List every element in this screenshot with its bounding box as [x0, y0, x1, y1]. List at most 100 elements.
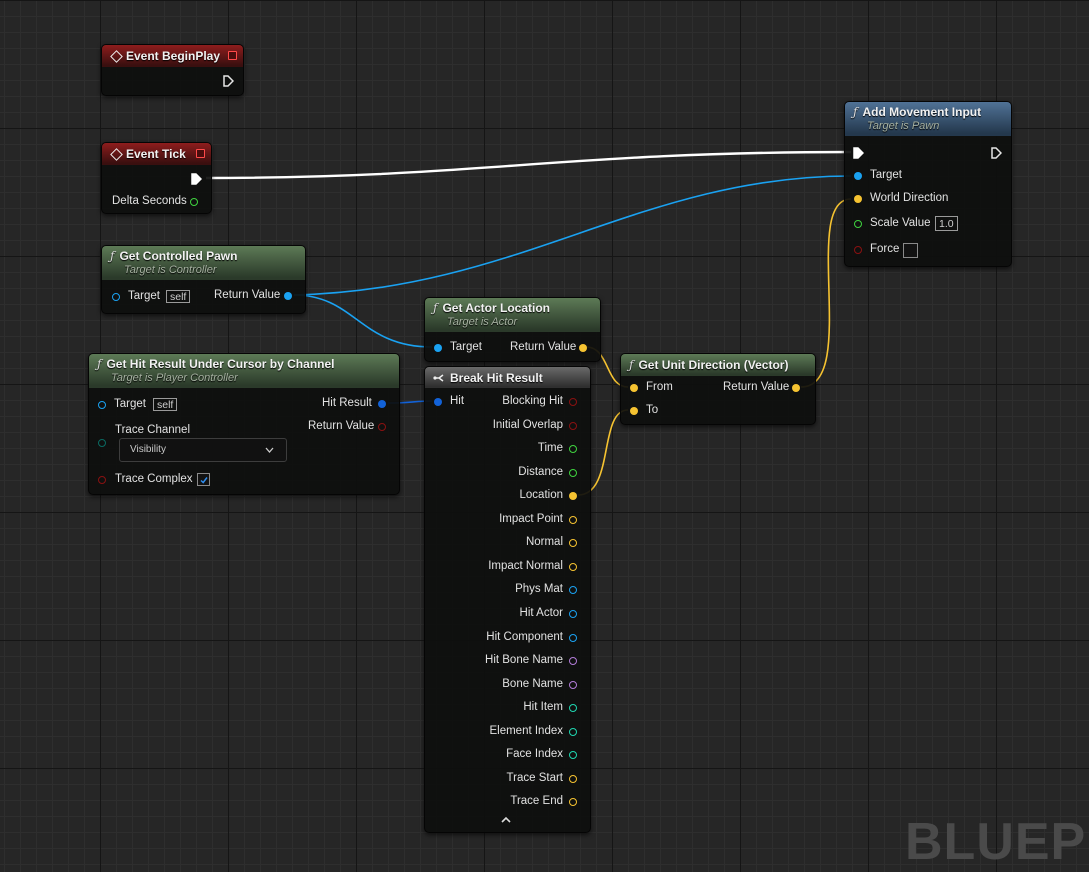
return-value-pin[interactable] [378, 423, 386, 431]
output-pin-label: Phys Mat [515, 583, 563, 596]
function-icon: ƒ [629, 358, 634, 372]
world-direction-pin[interactable] [854, 195, 862, 203]
node-header[interactable]: ƒ Get Actor Location Target is Actor [425, 298, 600, 332]
break-hit-result-node[interactable]: Break Hit Result Hit Blocking Hit Initial… [424, 366, 591, 833]
hit-result-pin[interactable] [378, 400, 386, 408]
output-pin-hit-actor[interactable] [569, 609, 577, 618]
force-pin[interactable] [854, 246, 862, 254]
delta-seconds-pin[interactable] [190, 198, 198, 206]
trace-channel-pin[interactable] [98, 439, 106, 447]
force-checkbox[interactable] [903, 243, 918, 258]
node-header[interactable]: ƒ Get Controlled Pawn Target is Controlle… [102, 246, 305, 280]
node-title: Get Unit Direction (Vector) [638, 358, 789, 372]
scale-value-pin[interactable] [854, 220, 862, 228]
pin-label: Hit Result [322, 397, 372, 409]
output-pin-label: Element Index [489, 724, 563, 737]
trace-complex-pin[interactable] [98, 476, 106, 484]
output-pin-hit-bone-name[interactable] [569, 657, 577, 666]
node-header[interactable]: ƒ Get Hit Result Under Cursor by Channel … [89, 354, 399, 388]
from-pin[interactable] [630, 384, 638, 392]
pin-label: World Direction [870, 192, 949, 204]
pin-label: Target [114, 398, 146, 410]
node-header[interactable]: ƒ Get Unit Direction (Vector) [621, 354, 815, 376]
node-title: Event Tick [126, 147, 186, 161]
node-subtitle: Target is Player Controller [111, 372, 238, 384]
node-title: Add Movement Input [862, 105, 982, 119]
output-pin-initial-overlap[interactable] [569, 421, 577, 430]
output-pin-element-index[interactable] [569, 727, 577, 736]
delegate-pin-icon[interactable] [196, 149, 205, 158]
trace-complex-checkbox[interactable] [197, 473, 210, 486]
function-icon: ƒ [110, 249, 115, 263]
output-pin-trace-end[interactable] [569, 798, 577, 807]
collapse-chevron-icon[interactable] [501, 814, 511, 826]
output-pin-hit-component[interactable] [569, 633, 577, 642]
pin-label: Return Value [214, 289, 281, 301]
return-value-pin[interactable] [284, 292, 292, 300]
add-movement-input-node[interactable]: ƒ Add Movement Input Target is Pawn Targe… [844, 101, 1012, 267]
target-default-field[interactable]: self [153, 398, 178, 411]
chevron-down-icon [265, 447, 274, 453]
output-pin-time[interactable] [569, 445, 577, 454]
output-pin-distance[interactable] [569, 468, 577, 477]
target-pin[interactable] [98, 401, 106, 409]
output-pin-hit-item[interactable] [569, 704, 577, 713]
output-pin-label: Blocking Hit [502, 395, 563, 407]
pawn-to-actor-location-wire[interactable] [293, 294, 433, 348]
node-subtitle: Target is Pawn [867, 120, 940, 132]
node-header[interactable]: Break Hit Result [425, 367, 590, 388]
node-header[interactable]: Event BeginPlay [102, 45, 243, 67]
output-pin-phys-mat[interactable] [569, 586, 577, 595]
delegate-pin-icon[interactable] [228, 51, 237, 60]
checkmark-icon [200, 477, 208, 484]
get-actor-location-node[interactable]: ƒ Get Actor Location Target is Actor Targ… [424, 297, 601, 362]
get-hit-result-under-cursor-node[interactable]: ƒ Get Hit Result Under Cursor by Channel … [88, 353, 400, 495]
output-pin-blocking-hit[interactable] [569, 398, 577, 406]
pawn-to-target-wire[interactable] [293, 175, 852, 296]
output-pin-trace-start[interactable] [569, 774, 577, 783]
pin-label: Trace Channel [115, 424, 191, 436]
get-unit-direction-node[interactable]: ƒ Get Unit Direction (Vector) From Retur… [620, 353, 816, 425]
pin-label: Target [128, 290, 160, 302]
target-default-field[interactable]: self [166, 290, 191, 303]
pin-label: Target [870, 169, 902, 181]
output-pin-bone-name[interactable] [569, 680, 577, 689]
output-pin-normal[interactable] [569, 539, 577, 548]
pin-label: To [646, 404, 659, 416]
hit-input-pin[interactable] [434, 398, 442, 406]
node-header[interactable]: Event Tick [102, 143, 211, 165]
event-tick-node[interactable]: Event Tick Delta Seconds [101, 142, 212, 214]
output-pin-label: Face Index [506, 748, 563, 761]
exec-out-pin[interactable] [191, 173, 202, 185]
get-controlled-pawn-node[interactable]: ƒ Get Controlled Pawn Target is Controlle… [101, 245, 306, 314]
exec-out-pin[interactable] [223, 75, 234, 87]
target-pin[interactable] [112, 293, 120, 301]
function-icon: ƒ [433, 301, 438, 315]
exec-in-pin[interactable] [853, 147, 864, 159]
scale-value-field[interactable]: 1.0 [935, 216, 958, 231]
pin-label: Delta Seconds [112, 195, 187, 207]
target-pin[interactable] [434, 344, 442, 352]
output-pin-impact-point[interactable] [569, 515, 577, 524]
return-value-pin[interactable] [579, 344, 587, 352]
return-value-pin[interactable] [792, 384, 800, 392]
pin-label: Force [870, 243, 900, 255]
pin-label: Return Value [723, 381, 790, 393]
trace-channel-dropdown[interactable]: Visibility [119, 438, 287, 462]
node-subtitle: Target is Actor [447, 316, 518, 328]
event-beginplay-node[interactable]: Event BeginPlay [101, 44, 244, 96]
to-pin[interactable] [630, 407, 638, 415]
exec-out-pin[interactable] [991, 147, 1002, 159]
node-subtitle: Target is Controller [124, 264, 217, 276]
output-pin-label: Hit Bone Name [485, 654, 563, 667]
output-pin-face-index[interactable] [569, 751, 577, 760]
break-struct-icon [433, 373, 444, 382]
node-header[interactable]: ƒ Add Movement Input Target is Pawn [845, 102, 1011, 136]
dropdown-value: Visibility [130, 444, 166, 455]
output-pin-label: Hit Component [486, 630, 563, 643]
target-pin[interactable] [854, 172, 862, 180]
output-pin-location[interactable] [569, 492, 577, 501]
exec-wire[interactable] [205, 150, 852, 180]
node-title: Break Hit Result [450, 370, 543, 385]
output-pin-impact-normal[interactable] [569, 562, 577, 571]
